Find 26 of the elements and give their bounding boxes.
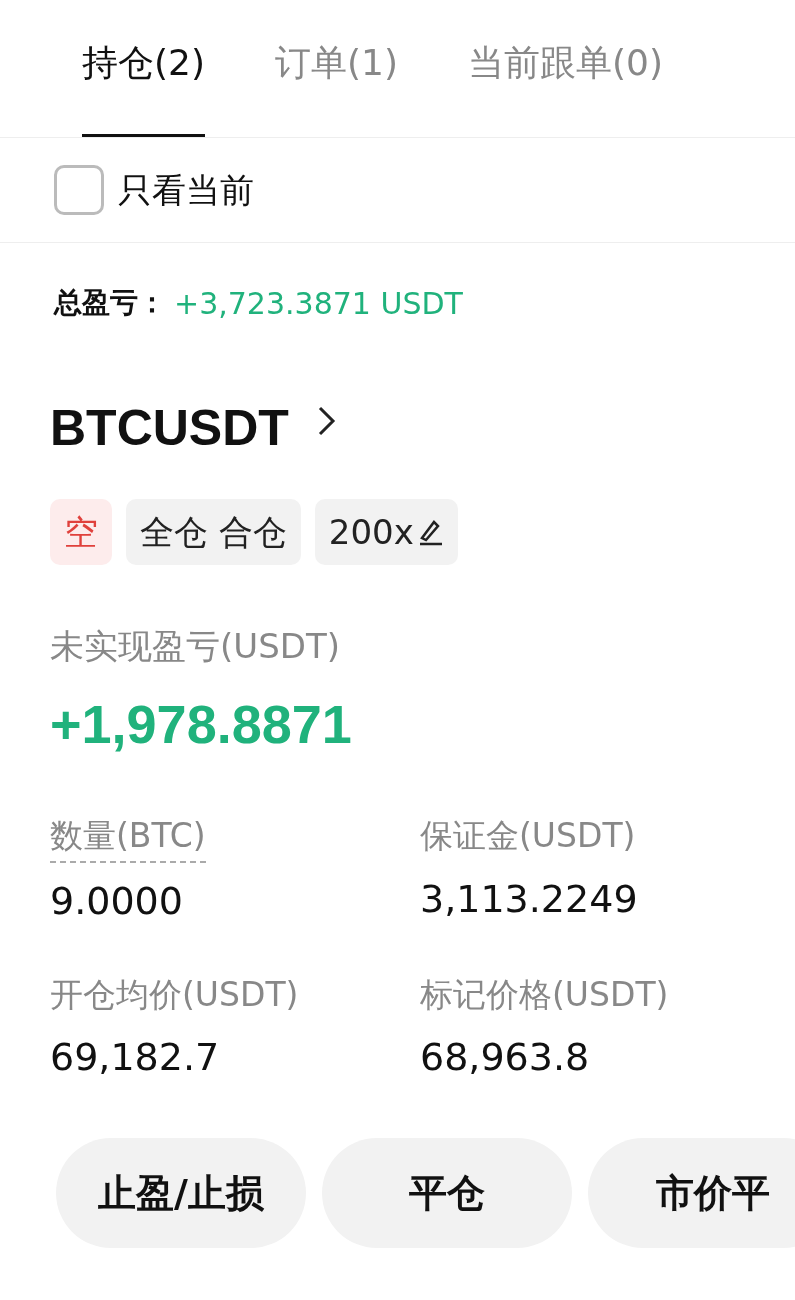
tab[interactable]: 订单(1) [275, 36, 398, 137]
symbol-title: BTCUSDT [50, 398, 289, 458]
field-label: 保证金(USDT) [420, 815, 636, 857]
field-label[interactable]: 数量(BTC) [50, 811, 206, 863]
pencil-icon [417, 518, 444, 546]
total-pnl-value: +3,723.3871 USDT [174, 284, 463, 323]
tag: 空 [50, 499, 112, 565]
tag: 全仓 合仓 [126, 499, 301, 565]
action-button[interactable]: 止盈/止损 [56, 1138, 306, 1248]
action-button[interactable]: 平仓 [322, 1138, 572, 1248]
filter-label: 只看当前 [118, 168, 254, 212]
unrealized-pnl-value: +1,978.8871 [50, 693, 353, 756]
chevron-right-icon[interactable] [316, 405, 337, 437]
action-button[interactable]: 市价平 [588, 1138, 795, 1248]
field-value: 9.0000 [50, 877, 184, 925]
tag[interactable]: 200x [314, 499, 458, 565]
field-label: 标记价格(USDT) [420, 973, 669, 1016]
field-value: 68,963.8 [420, 1034, 591, 1081]
unrealized-pnl-label: 未实现盈亏(USDT) [50, 625, 341, 668]
field-label: 开仓均价(USDT) [50, 973, 299, 1016]
checkbox[interactable] [54, 165, 104, 215]
tab[interactable]: 持仓(2) [82, 36, 205, 137]
total-pnl-label: 总盈亏： [54, 285, 166, 321]
tab[interactable]: 当前跟单(0) [468, 36, 663, 137]
field-value: 69,182.7 [50, 1034, 221, 1081]
field-value: 3,113.2249 [420, 875, 639, 923]
